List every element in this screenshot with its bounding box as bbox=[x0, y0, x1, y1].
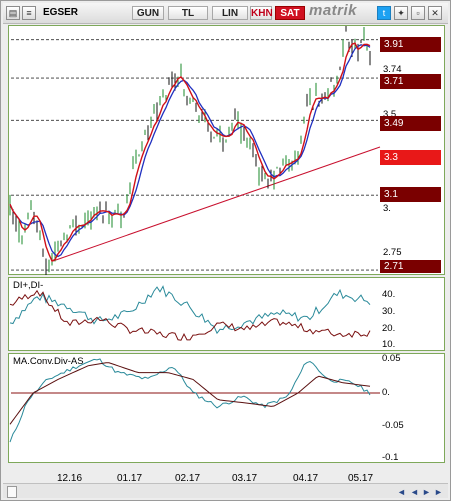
macd-chart bbox=[9, 358, 380, 443]
scroll-left-icon[interactable] bbox=[7, 486, 17, 498]
symbol-list-icon[interactable]: ≡ bbox=[22, 6, 36, 20]
scale-button[interactable]: LIN bbox=[212, 6, 248, 20]
di-tick-label: 30. bbox=[382, 306, 396, 317]
khn-button[interactable]: KHN bbox=[250, 6, 273, 20]
toolbar: ▤ ≡ EGSER GUN TL LIN KHN SAT matrik t ✦ … bbox=[3, 3, 448, 24]
y-tick-label: 3. bbox=[383, 203, 391, 214]
chart-menu-icon[interactable]: ▤ bbox=[6, 6, 20, 20]
y-tick-label: 2.75 bbox=[383, 247, 402, 258]
twitter-icon[interactable]: t bbox=[377, 6, 391, 20]
scroll-prev-icon[interactable]: ◄ bbox=[410, 487, 419, 497]
di-plus-line bbox=[9, 285, 371, 335]
period-button[interactable]: GUN bbox=[132, 6, 164, 20]
settings-icon[interactable]: ✦ bbox=[394, 6, 408, 20]
di-minus-line bbox=[9, 289, 371, 341]
macd-tick-label: -0.1 bbox=[382, 452, 399, 463]
close-icon[interactable]: ✕ bbox=[428, 6, 442, 20]
scroll-last-icon[interactable]: ► bbox=[434, 487, 443, 497]
brand-logo: matrik bbox=[309, 2, 358, 19]
sell-button[interactable]: SAT bbox=[275, 6, 305, 20]
scroll-first-icon[interactable]: ◄ bbox=[397, 487, 406, 497]
minimize-icon[interactable]: ▫ bbox=[411, 6, 425, 20]
ma-fast-line bbox=[9, 42, 371, 262]
macd-tick-label: 0.05 bbox=[382, 353, 401, 364]
di-title: DI+,DI- bbox=[13, 280, 44, 291]
level-box: 3.71 bbox=[380, 74, 441, 89]
currency-button[interactable]: TL bbox=[168, 6, 208, 20]
level-box: 2.71 bbox=[380, 260, 441, 273]
level-box: 3.49 bbox=[380, 116, 441, 131]
di-chart bbox=[9, 285, 371, 341]
di-tick-label: 40. bbox=[382, 289, 396, 300]
macd-tick-label: 0. bbox=[382, 387, 390, 398]
di-tick-label: 20. bbox=[382, 323, 396, 334]
macd-signal-line bbox=[9, 362, 371, 425]
di-tick-label: 10. bbox=[382, 339, 396, 350]
scroll-next-icon[interactable]: ► bbox=[422, 487, 431, 497]
macd-tick-label: -0.05 bbox=[382, 420, 404, 431]
horizontal-scrollbar[interactable]: ◄ ◄ ► ► bbox=[3, 483, 448, 498]
app-window: ▤ ≡ EGSER GUN TL LIN KHN SAT matrik t ✦ … bbox=[0, 0, 451, 501]
level-box: 3.91 bbox=[380, 37, 441, 52]
macd-line bbox=[9, 358, 371, 443]
level-box: 3.1 bbox=[380, 187, 441, 202]
symbol-label[interactable]: EGSER bbox=[43, 6, 78, 20]
trend-line bbox=[52, 146, 381, 262]
macd-title: MA.Conv.Div-AS bbox=[13, 356, 84, 367]
ma-slow-line bbox=[9, 44, 371, 258]
level-box: 3.3 bbox=[380, 150, 441, 165]
